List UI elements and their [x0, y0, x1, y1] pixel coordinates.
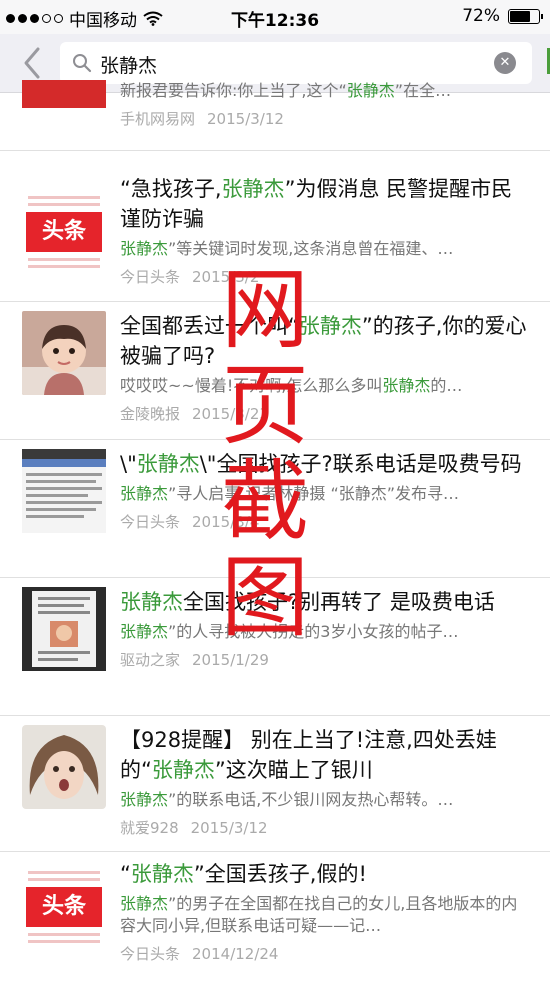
result-item[interactable]: 新报君要告诉你:你上当了,这个“张静杰”在全… 手机网易网 2015/3/12 — [0, 80, 550, 151]
result-source: 今日头条 — [120, 945, 181, 963]
back-chevron-icon[interactable] — [18, 43, 48, 83]
netease-thumb — [22, 80, 106, 108]
result-item[interactable]: 头条 “急找孩子,张静杰”为假消息 民警提醒市民谨防诈骗 张静杰”等关键词时发现… — [0, 162, 550, 302]
toutiao-logo: 头条 — [22, 190, 106, 274]
result-item[interactable]: \"张静杰\"全国找孩子?联系电话是吸费号码 张静杰”寻人启事 记者林静摄 “张… — [0, 439, 550, 578]
search-icon — [73, 54, 92, 73]
result-title[interactable]: 张静杰全国找孩子?别再转了 是吸费电话 — [120, 587, 528, 617]
result-date: 2015/3/12 — [190, 819, 268, 837]
result-source: 驱动之家 — [120, 651, 181, 669]
result-meta: 金陵晚报 2015/3/23 — [120, 403, 528, 424]
status-bar: 中国移动 下午12:36 72% — [0, 0, 550, 34]
result-source: 金陵晚报 — [120, 405, 181, 423]
result-date: 2015/1/29 — [192, 651, 269, 669]
result-title[interactable]: \"张静杰\"全国找孩子?联系电话是吸费号码 — [120, 449, 528, 479]
result-title[interactable]: “张静杰”全国丢孩子,假的! — [120, 859, 528, 889]
result-snippet: 张静杰”的联系电话,不少银川网友热心帮转。… — [120, 790, 454, 809]
battery-group: 72% — [462, 6, 543, 26]
result-snippet: 张静杰”的男子在全国都在找自己的女儿,且各地版本的内容大同小异,但联系电话可疑—… — [120, 894, 518, 935]
search-input[interactable]: 张静杰 ✕ — [60, 42, 532, 84]
result-title[interactable]: 全国都丢过一个叫“张静杰”的孩子,你的爱心被骗了吗? — [120, 311, 528, 371]
search-query[interactable]: 张静杰 — [100, 51, 157, 78]
result-date: 2015/3/12 — [207, 110, 284, 128]
battery-icon — [508, 8, 543, 24]
clear-icon[interactable]: ✕ — [494, 52, 516, 74]
result-item[interactable]: 全国都丢过一个叫“张静杰”的孩子,你的爱心被骗了吗? 哎哎哎~~慢着!不对啊,怎… — [0, 301, 550, 440]
result-source: 手机网易网 — [120, 110, 196, 128]
result-date: 2015/3/4 — [192, 513, 260, 531]
result-item[interactable]: 【928提醒】 别在上当了!注意,四处丢娃的“张静杰”这次瞄上了银川 张静杰”的… — [0, 715, 550, 852]
result-snippet: 张静杰”等关键词时发现,这条消息曾在福建、… — [120, 239, 454, 258]
result-title[interactable]: “急找孩子,张静杰”为假消息 民警提醒市民谨防诈骗 — [120, 174, 528, 234]
result-snippet: 张静杰”寻人启事 记者林静摄 “张静杰”发布寻… — [120, 484, 460, 503]
result-item[interactable]: 头条 “张静杰”全国丢孩子,假的! 张静杰”的男子在全国都在找自己的女儿,且各地… — [0, 851, 550, 986]
result-meta: 手机网易网 2015/3/12 — [120, 108, 528, 129]
result-date: 2014/12/24 — [192, 945, 279, 963]
toutiao-logo: 头条 — [22, 865, 106, 949]
girl-photo — [22, 725, 106, 809]
result-meta: 今日头条 2014/12/24 — [120, 943, 528, 964]
result-snippet: 哎哎哎~~慢着!不对啊,怎么那么多叫张静杰的… — [120, 376, 463, 395]
result-snippet: 张静杰”的人寻找被人拐走的3岁小女孩的帖子… — [120, 622, 459, 641]
child-photo — [22, 311, 106, 395]
result-source: 就爱928 — [120, 819, 179, 837]
result-meta: 今日头条 2015/3/2 — [120, 266, 528, 287]
poster-thumb — [22, 587, 106, 671]
result-item[interactable]: 张静杰全国找孩子?别再转了 是吸费电话 张静杰”的人寻找被人拐走的3岁小女孩的帖… — [0, 577, 550, 716]
result-date: 2015/3/2 — [192, 268, 260, 286]
result-meta: 今日头条 2015/3/4 — [120, 511, 528, 532]
result-date: 2015/3/23 — [192, 405, 269, 423]
edge-bracket — [542, 48, 550, 74]
result-source: 今日头条 — [120, 268, 181, 286]
phone-screenshot — [22, 449, 106, 533]
result-meta: 就爱928 2015/3/12 — [120, 817, 528, 838]
result-source: 今日头条 — [120, 513, 181, 531]
battery-percent: 72% — [462, 6, 500, 26]
result-title[interactable]: 【928提醒】 别在上当了!注意,四处丢娃的“张静杰”这次瞄上了银川 — [120, 725, 528, 785]
result-snippet: 新报君要告诉你:你上当了,这个“张静杰”在全… — [120, 81, 452, 100]
result-meta: 驱动之家 2015/1/29 — [120, 649, 528, 670]
